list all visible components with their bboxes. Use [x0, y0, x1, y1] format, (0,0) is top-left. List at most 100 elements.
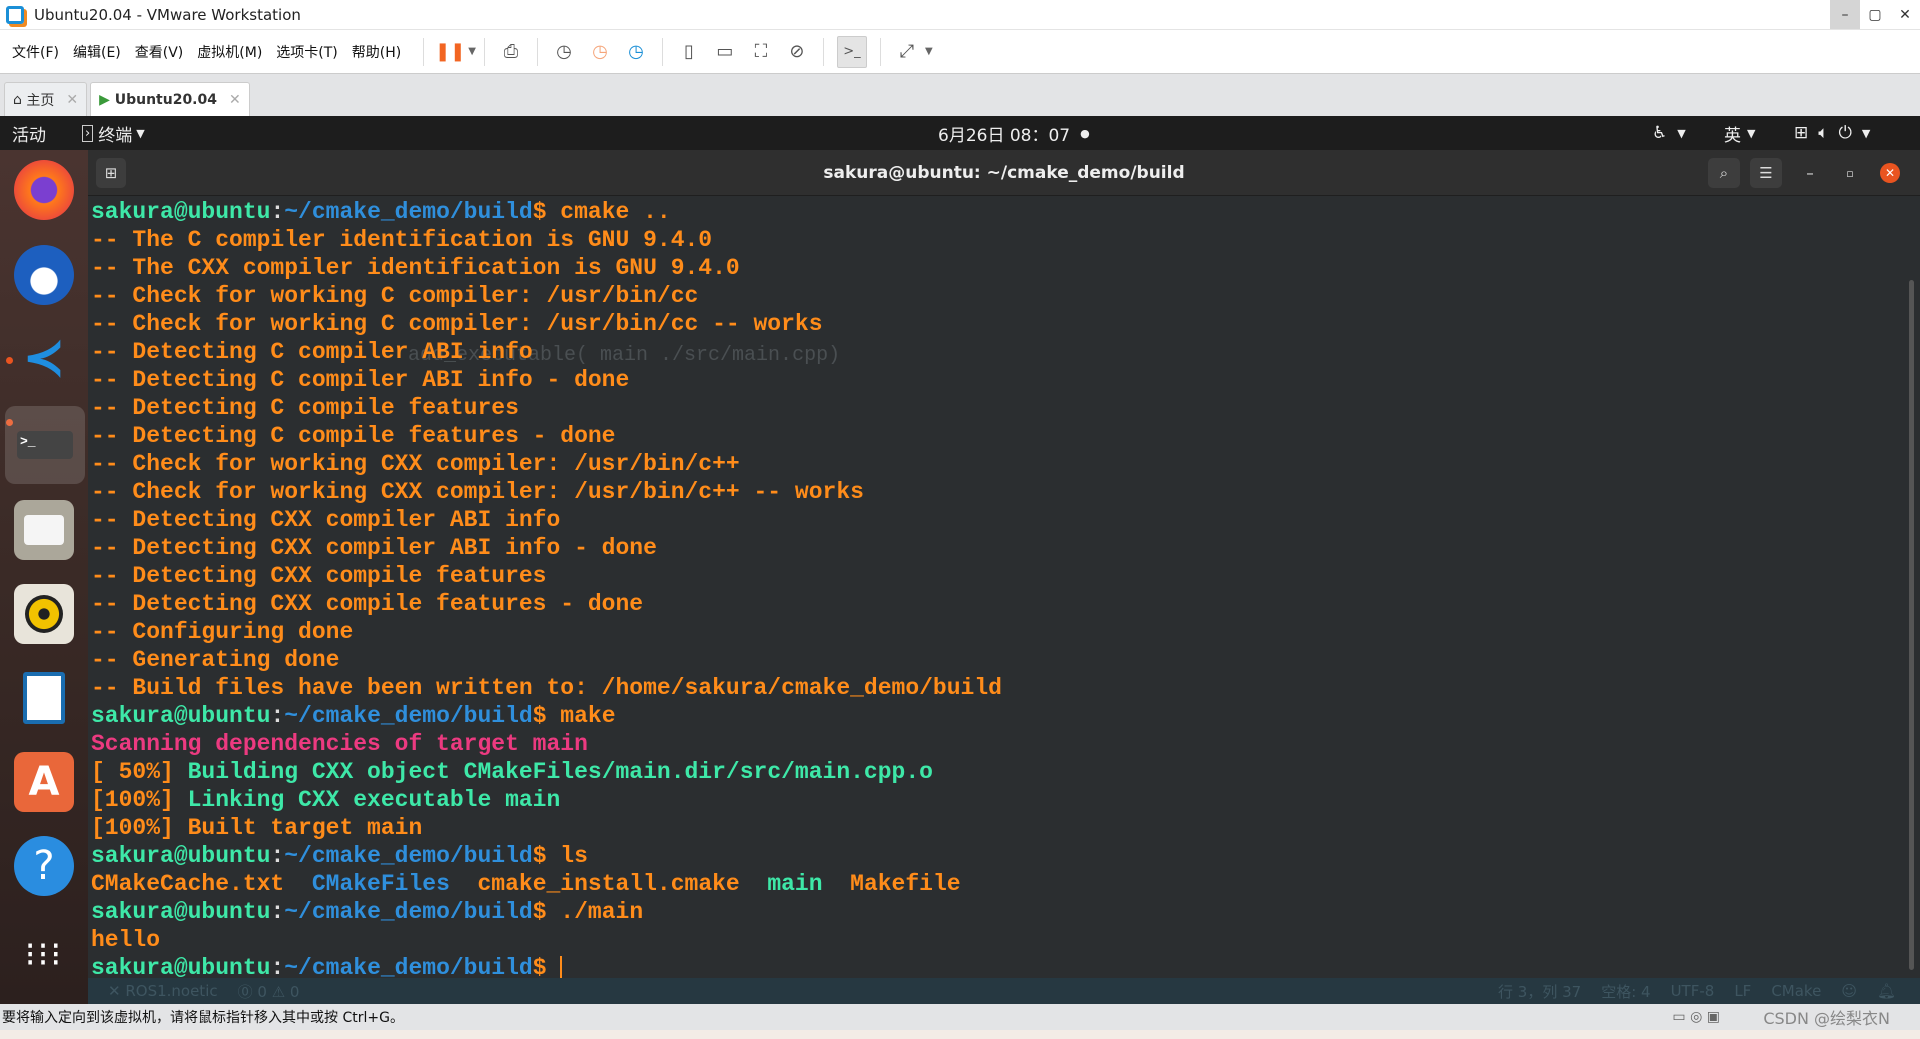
accessibility-menu[interactable]: ♿ ▼: [1652, 116, 1686, 150]
send-ctrl-alt-del-icon[interactable]: ⎙: [498, 39, 524, 65]
terminal-line: -- The CXX compiler identification is GN…: [91, 254, 1002, 282]
encoding: UTF-8: [1670, 982, 1715, 1000]
terminal-text-segment: ~/cmake_demo/build: [284, 843, 533, 869]
terminal-text-segment: Scanning dependencies of target main: [91, 731, 588, 757]
terminal-text-segment: $: [532, 955, 561, 978]
sidebar-view-icon[interactable]: ▯: [676, 39, 702, 65]
close-icon[interactable]: ✕: [1880, 163, 1900, 183]
terminal-line: -- Check for working C compiler: /usr/bi…: [91, 310, 1002, 338]
terminal-text-segment: :: [270, 955, 285, 978]
terminal-text-segment: -- The CXX compiler identification is GN…: [91, 255, 740, 281]
minimize-button[interactable]: –: [1830, 0, 1860, 29]
terminal-line: sakura@ubuntu:~/cmake_demo/build$ ./main: [91, 898, 1002, 926]
accessibility-icon: ♿: [1652, 123, 1668, 143]
terminal-text-segment: cmake_install.cmake: [449, 871, 768, 897]
menu-tabs[interactable]: 选项卡(T): [276, 42, 337, 62]
chevron-down-icon: ▼: [1861, 126, 1871, 140]
terminal-text-segment: $ make: [532, 703, 616, 729]
terminal-line: -- Check for working CXX compiler: /usr/…: [91, 450, 1002, 478]
vscode-icon[interactable]: ≺: [14, 328, 74, 388]
language-mode: CMake: [1771, 982, 1822, 1000]
restore-button[interactable]: ▢: [1860, 0, 1890, 29]
tab-close-icon[interactable]: ✕: [66, 92, 78, 108]
terminal-text-segment: sakura@ubuntu: [91, 955, 271, 978]
thumbnail-view-icon[interactable]: ▭: [712, 39, 738, 65]
remote-status: ✕ ROS1.noetic: [108, 982, 218, 1000]
tab-label: 主页: [26, 92, 55, 109]
terminal-text-segment: CMakeFiles: [311, 871, 450, 897]
scrollbar[interactable]: [1909, 280, 1914, 970]
minimize-icon[interactable]: –: [1794, 158, 1826, 188]
maximize-icon[interactable]: ▫: [1834, 158, 1866, 188]
snapshot-icon[interactable]: ◷: [551, 39, 577, 65]
terminal-text-segment: ~/cmake_demo/build: [284, 199, 533, 225]
terminal-text-segment: -- Detecting CXX compiler ABI info: [91, 507, 561, 533]
watermark: CSDN @绘梨衣N: [1763, 1009, 1890, 1028]
app-menu[interactable]: › 终端 ▼: [82, 116, 145, 150]
search-icon[interactable]: ⌕: [1708, 158, 1740, 188]
firefox-icon[interactable]: [14, 160, 74, 220]
revert-snapshot-icon[interactable]: ◷: [587, 39, 613, 65]
terminal-text-segment: ~/cmake_demo/build: [284, 955, 533, 978]
terminal-line: [ 50%] Building CXX object CMakeFiles/ma…: [91, 758, 1002, 786]
terminal-text-segment: -- Detecting CXX compile features - done: [91, 591, 644, 617]
terminal-line: sakura@ubuntu:~/cmake_demo/build$ cmake …: [91, 198, 1002, 226]
terminal-line: [100%] Built target main: [91, 814, 1002, 842]
terminal-text-segment: [100%]: [91, 787, 188, 813]
window-title: Ubuntu20.04 - VMware Workstation: [34, 5, 301, 24]
snapshot-manager-icon[interactable]: ◷: [623, 39, 649, 65]
hamburger-menu-icon[interactable]: ☰: [1750, 158, 1782, 188]
terminal-text-segment: main: [767, 871, 823, 897]
show-apps-icon[interactable]: ⁝⁝⁝: [14, 925, 74, 985]
terminal-text-segment: CMakeCache.txt: [91, 871, 312, 897]
terminal-text-segment: -- Build files have been written to: /ho…: [91, 675, 1002, 701]
activities-button[interactable]: 活动: [12, 116, 46, 150]
clock[interactable]: 6月26日 08：07 ●: [938, 116, 1090, 150]
stretch-dropdown-icon[interactable]: ▼: [925, 46, 933, 57]
home-icon: ⌂: [13, 91, 27, 108]
thunderbird-icon[interactable]: [14, 245, 74, 305]
libreoffice-writer-icon[interactable]: [14, 668, 74, 728]
vmware-logo-icon: [6, 5, 24, 24]
terminal-output[interactable]: add_executable( main ./src/main.cpp) sak…: [88, 196, 1920, 978]
help-icon[interactable]: ?: [14, 836, 74, 896]
rhythmbox-icon[interactable]: [14, 584, 74, 644]
tab-ubuntu[interactable]: ▶ Ubuntu20.04 ✕: [90, 82, 250, 116]
terminal-text-segment: $ ls: [532, 843, 588, 869]
terminal-text-segment: [100%] Built target main: [91, 815, 423, 841]
stretch-icon[interactable]: ⤢: [894, 39, 920, 65]
terminal-line: -- The C compiler identification is GNU …: [91, 226, 1002, 254]
terminal-line: sakura@ubuntu:~/cmake_demo/build$ make: [91, 702, 1002, 730]
terminal-text-segment: -- Check for working C compiler: /usr/bi…: [91, 311, 823, 337]
menu-view[interactable]: 查看(V): [135, 42, 184, 62]
terminal-line: -- Detecting C compiler ABI info - done: [91, 366, 1002, 394]
pause-dropdown-icon[interactable]: ▼: [468, 46, 476, 57]
terminal-text-segment: Linking CXX executable main: [187, 787, 561, 813]
input-method-menu[interactable]: 英 ▼: [1724, 116, 1755, 150]
terminal-icon: >_: [17, 431, 73, 459]
menu-edit[interactable]: 编辑(E): [73, 42, 121, 62]
device-icons[interactable]: ▭ ◎ ▣: [1672, 1009, 1720, 1025]
pause-icon[interactable]: ❚❚: [435, 39, 465, 65]
volume-icon: 🔈︎: [1818, 123, 1829, 143]
terminal-dock-item[interactable]: >_: [5, 406, 85, 484]
menu-vm[interactable]: 虚拟机(M): [197, 42, 262, 62]
terminal-text-segment: :: [270, 199, 285, 225]
unity-icon[interactable]: ⊘: [784, 39, 810, 65]
system-menu[interactable]: ⊞ 🔈︎ ⏻ ▼: [1794, 116, 1870, 150]
fullscreen-icon[interactable]: ⛶: [748, 39, 774, 65]
console-view-icon[interactable]: >_: [836, 35, 867, 68]
terminal-lines: sakura@ubuntu:~/cmake_demo/build$ cmake …: [91, 198, 1002, 978]
close-button[interactable]: ✕: [1890, 0, 1920, 29]
terminal-text-segment: -- Detecting C compile features - done: [91, 423, 616, 449]
software-center-icon[interactable]: A: [14, 752, 74, 812]
tab-close-icon[interactable]: ✕: [229, 92, 241, 108]
terminal-text-segment: [ 50%]: [91, 759, 188, 785]
terminal-line: -- Generating done: [91, 646, 1002, 674]
menu-file[interactable]: 文件(F): [12, 42, 59, 62]
menu-help[interactable]: 帮助(H): [352, 42, 401, 62]
tab-home[interactable]: ⌂ 主页 ✕: [4, 82, 88, 116]
files-icon[interactable]: [14, 500, 74, 560]
terminal-text-segment: hello: [91, 927, 161, 953]
problems-status: ⓪ 0 ⚠ 0: [237, 982, 300, 1001]
